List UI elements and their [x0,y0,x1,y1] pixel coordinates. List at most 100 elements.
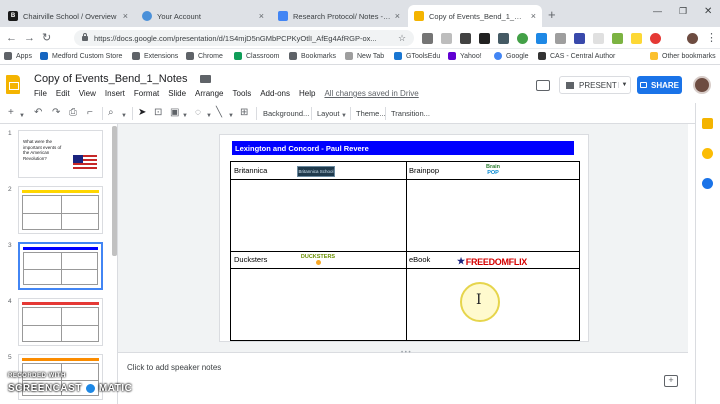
tab-copy-of-events[interactable]: Copy of Events_Bend_1_Notes - ( × [408,5,542,27]
extension-gray-icon[interactable] [555,33,566,44]
text-box-icon[interactable]: ⊡ [154,107,162,119]
minimize-icon[interactable]: — [653,6,662,16]
slide-thumbnail-2[interactable] [18,186,103,234]
keep-icon[interactable] [702,118,713,129]
explore-icon[interactable]: + [664,375,678,387]
brainpop-logo[interactable]: Brain POP [483,164,503,178]
back-arrow-icon[interactable]: ← [6,31,17,45]
extension-yellow-icon[interactable] [631,33,642,44]
slide-canvas[interactable]: Lexington and Concord - Paul Revere Brit… [219,134,589,342]
chevron-down-icon[interactable]: ▼ [341,110,347,122]
resource-table[interactable]: Britannica Britannica School Brainpop Br… [230,161,580,341]
bookmark-extensions[interactable]: Extensions [132,52,178,60]
menu-view[interactable]: View [79,89,96,98]
speaker-notes-panel[interactable] [118,352,688,404]
menu-edit[interactable]: Edit [56,89,70,98]
slide-title[interactable]: Lexington and Concord - Paul Revere [232,141,574,155]
bookmark-apps[interactable]: Apps [4,52,32,60]
slide-thumbnail-1[interactable]: What were the important events of the Am… [18,130,103,178]
cell-brainpop[interactable]: Brainpop [409,166,439,175]
bookmark-cas[interactable]: CAS - Central Author [538,52,615,60]
menu-help[interactable]: Help [299,89,315,98]
bookmark-classroom[interactable]: Classroom [234,52,279,60]
undo-icon[interactable]: ↶ [34,107,42,119]
extension-grid-icon[interactable] [479,33,490,44]
slide-thumbnail-3[interactable] [18,242,103,290]
menu-file[interactable]: File [34,89,47,98]
saved-status[interactable]: All changes saved in Drive [324,89,418,98]
chevron-down-icon[interactable]: ▼ [121,110,127,122]
profile-avatar-icon[interactable] [687,33,698,44]
forward-arrow-icon[interactable]: → [24,31,35,45]
extension-red-icon[interactable] [650,33,661,44]
bookmark-bookmarks[interactable]: Bookmarks [289,52,336,60]
present-button[interactable]: PRESENT ▼ [559,76,631,94]
menu-arrange[interactable]: Arrange [195,89,223,98]
bookmark-new-tab[interactable]: New Tab [345,52,384,60]
browser-menu-icon[interactable]: ⋮ [706,31,717,45]
document-title[interactable]: Copy of Events_Bend_1_Notes [34,73,188,85]
select-cursor-icon[interactable]: ➤ [138,107,146,119]
bookmark-medford[interactable]: Medford Custom Store [40,52,122,60]
image-icon[interactable]: ▣ [170,107,179,119]
reload-icon[interactable]: ↻ [42,31,51,45]
new-slide-plus-icon[interactable]: + [8,107,14,119]
bookmark-google[interactable]: Google [494,52,529,60]
bookmark-chrome[interactable]: Chrome [186,52,223,60]
menu-addons[interactable]: Add-ons [260,89,290,98]
shape-icon[interactable]: ◌ [195,107,201,119]
tasks-icon[interactable] [702,178,713,189]
layout-button[interactable]: Layout [317,109,340,118]
comments-icon[interactable] [536,80,550,91]
freedomflix-logo[interactable]: ★ FREEDOMFLIX [457,255,551,268]
cell-britannica[interactable]: Britannica [234,166,267,175]
bookmark-star-icon[interactable]: ☆ [398,33,406,44]
zoom-icon[interactable]: ⌕ [108,107,114,119]
speaker-notes-placeholder[interactable]: Click to add speaker notes [127,363,221,372]
britannica-logo[interactable]: Britannica School [297,166,335,177]
resize-handle-icon[interactable]: • • • [401,350,411,356]
menu-insert[interactable]: Insert [105,89,125,98]
bookmark-other[interactable]: Other bookmarks [650,52,716,60]
bookmark-yahoo[interactable]: Yahoo! [448,52,482,60]
bookmark-gtoolsedu[interactable]: GToolsEdu [394,52,440,60]
cell-ducksters[interactable]: Ducksters [234,255,267,264]
extension-blue-icon[interactable] [536,33,547,44]
tab-your-account[interactable]: Your Account × [136,5,270,27]
filmstrip-scrollbar[interactable] [112,126,117,256]
slides-logo-icon[interactable] [6,75,20,94]
transition-button[interactable]: Transition... [391,109,430,118]
avatar[interactable] [693,76,711,94]
calendar-icon[interactable] [702,148,713,159]
chevron-down-icon[interactable]: ▼ [182,110,188,122]
window-close-icon[interactable]: ✕ [704,6,712,17]
share-button[interactable]: SHARE [637,76,682,94]
close-icon[interactable]: × [531,11,536,21]
restore-icon[interactable]: ❐ [679,6,687,17]
ducksters-logo[interactable]: DUCKSTERS [299,254,337,268]
slide-thumbnail-4[interactable] [18,298,103,346]
paint-format-icon[interactable]: ⌐ [87,107,93,119]
tab-research-protocol[interactable]: Research Protocol/ Notes - Tean × [272,5,406,27]
cell-ebook[interactable]: eBook [409,255,430,264]
line-icon[interactable]: ╲ [216,107,222,119]
extension-c2-icon[interactable] [441,33,452,44]
menu-slide[interactable]: Slide [168,89,186,98]
chevron-down-icon[interactable]: ▼ [618,82,630,88]
url-omnibox[interactable]: https://docs.google.com/presentation/d/1… [74,30,414,46]
extension-screencast-icon[interactable] [460,33,471,44]
extension-c-icon[interactable] [422,33,433,44]
new-tab-plus-icon[interactable]: + [548,8,556,22]
close-icon[interactable]: × [123,11,128,21]
add-comment-icon[interactable]: ⊞ [240,107,248,119]
close-icon[interactable]: × [259,11,264,21]
tab-chairville[interactable]: B Chairville School / Overview × [2,5,134,27]
menu-tools[interactable]: Tools [233,89,252,98]
chevron-down-icon[interactable]: ▼ [228,110,234,122]
extension-indigo-icon[interactable] [574,33,585,44]
background-button[interactable]: Background... [263,109,309,118]
chevron-down-icon[interactable]: ▼ [206,110,212,122]
redo-icon[interactable]: ↷ [52,107,60,119]
extension-lime-icon[interactable] [612,33,623,44]
theme-button[interactable]: Theme... [356,109,386,118]
